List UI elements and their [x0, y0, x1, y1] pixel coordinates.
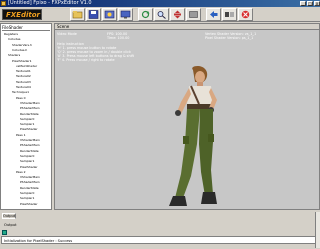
tree-node[interactable]: VShaderMain — [20, 138, 40, 142]
display-button[interactable] — [118, 8, 133, 21]
tree-node[interactable]: RenderState — [20, 112, 39, 116]
find-icon — [157, 11, 166, 19]
window-title: [Untitled] Fpixo - FXPxEditor V1.0 — [8, 0, 92, 6]
app-logo: FXEditor — [2, 9, 42, 20]
character-model — [169, 66, 217, 206]
title-bar[interactable]: [Untitled] Fpixo - FXPxEditor V1.0 _ □ x — [0, 0, 320, 7]
application-window: [Untitled] Fpixo - FXPxEditor V1.0 _ □ x… — [0, 0, 320, 249]
tree-node[interactable]: ShaderVars.h — [12, 43, 32, 47]
tree-node[interactable]: Technique1 — [12, 90, 29, 94]
tree-node[interactable]: Pass 1 — [16, 133, 26, 137]
gray-icon — [189, 11, 198, 18]
display-icon — [120, 10, 131, 19]
time-readout: Time: 100.00 — [107, 36, 130, 40]
close-icon — [241, 10, 250, 19]
tree-node[interactable]: RenderState — [20, 149, 39, 153]
tree-node[interactable]: Sampler1 — [20, 122, 34, 126]
tree-node[interactable]: PixelShader — [20, 165, 38, 169]
tree-node[interactable]: Texture02 — [16, 74, 31, 78]
output-icon — [2, 230, 7, 235]
arrow-icon — [210, 11, 218, 18]
output-text: Initialization for PixelShader : Success — [4, 239, 73, 243]
pixel-shader-version: Pixel Shader Version: ps_1_1 — [205, 36, 254, 40]
move-icon — [174, 10, 181, 19]
refresh-button[interactable] — [138, 8, 153, 21]
tree-node[interactable]: Registers — [4, 32, 18, 36]
tree-node[interactable]: PShaderMain — [20, 143, 40, 147]
tree-node[interactable]: Texture03 — [16, 80, 31, 84]
gray-button[interactable] — [186, 8, 201, 21]
tree-node[interactable]: Includes.h — [12, 48, 27, 52]
help-line: 'F' 4. Press mouse / right to rotate — [57, 58, 115, 62]
video-mode-label: Video Mode — [57, 32, 77, 36]
tree-node[interactable]: Sampler0 — [20, 154, 34, 158]
tree-node[interactable]: Shaders — [8, 53, 20, 57]
save-icon — [88, 10, 99, 19]
tree-node[interactable]: Texture01 — [16, 69, 31, 73]
render-icon — [104, 10, 115, 19]
tree-node[interactable]: Sampler1 — [20, 196, 34, 200]
tree-node[interactable]: vsMainShader — [16, 64, 37, 68]
logo-text: FXEditor — [6, 11, 40, 19]
minimize-button[interactable]: _ — [300, 1, 306, 6]
tree-node[interactable]: PixelShader — [20, 127, 38, 131]
open-icon — [72, 11, 83, 19]
tree-node[interactable]: VShaderMain — [20, 175, 40, 179]
maximize-button[interactable]: □ — [307, 1, 313, 6]
output-scrollbar[interactable] — [315, 212, 320, 248]
render-button[interactable] — [102, 8, 117, 21]
tree-node[interactable]: PShaderMain — [20, 106, 40, 110]
tree-node[interactable]: PShaderMain — [20, 180, 40, 184]
scene-viewport[interactable]: Scene Video Mode FPS: 100.00 Time: 100.0… — [54, 23, 320, 210]
save-button[interactable] — [86, 8, 101, 21]
open-button[interactable] — [70, 8, 85, 21]
tree-node[interactable]: Sampler0 — [20, 117, 34, 121]
shader-icon — [225, 12, 234, 17]
output-tab[interactable]: Output — [2, 213, 16, 219]
shader-tree-panel: FileShader Registers Includes ShaderVars.h… — [0, 23, 52, 210]
app-icon — [1, 1, 6, 6]
panel-divider — [2, 30, 50, 31]
refresh-icon — [141, 10, 150, 19]
tree-node[interactable]: VShaderMain — [20, 101, 40, 105]
viewport-tab[interactable]: Scene — [55, 24, 319, 30]
tree-node[interactable]: Sampler0 — [20, 191, 34, 195]
tree-node[interactable]: Texture04 — [16, 85, 31, 89]
output-panel: Output Output Initialization for PixelSh… — [0, 211, 320, 249]
shader-tree[interactable]: Registers Includes ShaderVars.h Includes.h S… — [2, 32, 50, 209]
output-field[interactable]: Initialization for PixelShader : Success — [1, 236, 319, 244]
tree-node[interactable]: Pass 2 — [16, 170, 26, 174]
close-button[interactable] — [238, 8, 253, 21]
output-label: Output — [4, 223, 17, 227]
tree-node[interactable]: Includes — [8, 37, 20, 41]
tree-node[interactable]: PixelShader1 — [12, 59, 31, 63]
tree-node[interactable]: RenderState — [20, 186, 39, 190]
arrow-button[interactable] — [206, 8, 221, 21]
close-window-button[interactable]: x — [314, 1, 320, 6]
find-button[interactable] — [154, 8, 169, 21]
tree-node[interactable]: Pass 0 — [16, 96, 26, 100]
move-button[interactable] — [170, 8, 185, 21]
tree-node[interactable]: PixelShader — [20, 202, 38, 206]
tree-node[interactable]: Sampler1 — [20, 159, 34, 163]
shader-button[interactable] — [222, 8, 237, 21]
